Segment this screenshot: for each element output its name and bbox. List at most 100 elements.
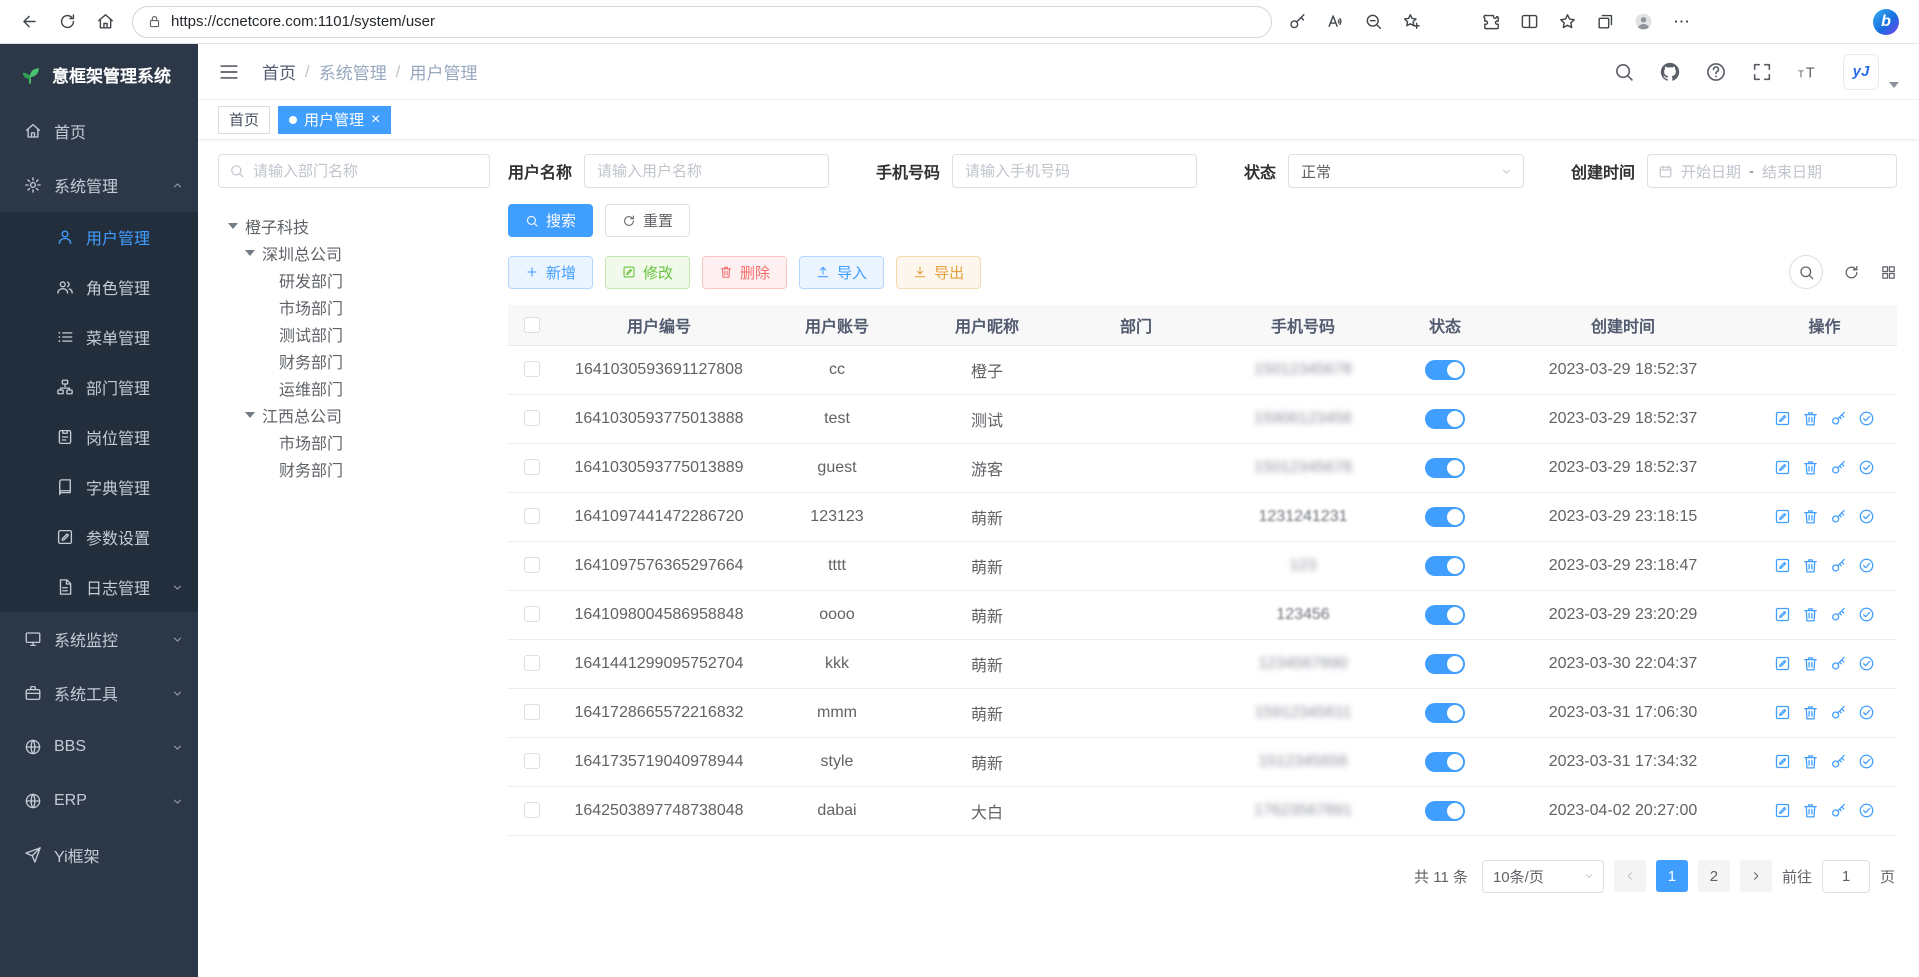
address-bar[interactable]: https://ccnetcore.com:1101/system/user [132,6,1272,38]
sidebar-item-system-tools[interactable]: 系统工具 [0,666,198,720]
row-checkbox[interactable] [524,655,540,671]
assign-role-button[interactable] [1858,655,1875,672]
row-checkbox[interactable] [524,557,540,573]
sidebar-item-user-management[interactable]: 用户管理 [0,212,198,262]
delete-button[interactable] [1802,802,1819,819]
tree-node[interactable]: 橙子科技 [218,212,490,239]
split-screen-button[interactable] [1510,5,1548,39]
sidebar-item-dict-management[interactable]: 字典管理 [0,462,198,512]
delete-button[interactable] [1802,753,1819,770]
status-toggle[interactable] [1425,409,1465,429]
status-toggle[interactable] [1425,605,1465,625]
import-button[interactable]: 导入 [799,256,884,289]
username-input[interactable] [584,154,829,188]
created-daterange-picker[interactable]: 开始日期 - 结束日期 [1647,154,1897,188]
tree-node[interactable]: 财务部门 [218,455,490,482]
status-toggle[interactable] [1425,458,1465,478]
tree-node[interactable]: 研发部门 [218,266,490,293]
search-button[interactable]: 搜索 [508,204,593,237]
select-all-checkbox[interactable] [524,317,540,333]
sidebar-item-dept-management[interactable]: 部门管理 [0,362,198,412]
edit-button[interactable] [1774,410,1791,427]
page-size-select[interactable]: 10条/页 [1482,860,1604,893]
tree-expand-caret-icon[interactable] [245,250,255,256]
font-size-button[interactable]: TT [1797,61,1819,83]
add-favorite-button[interactable] [1392,5,1430,39]
assign-role-button[interactable] [1858,459,1875,476]
status-toggle[interactable] [1425,507,1465,527]
sidebar-item-erp[interactable]: ERP [0,774,198,828]
breadcrumb-item[interactable]: 系统管理 [319,59,387,84]
sidebar-item-log-management[interactable]: 日志管理 [0,562,198,612]
refresh-table-button[interactable] [1843,264,1860,281]
row-checkbox[interactable] [524,459,540,475]
assign-role-button[interactable] [1858,557,1875,574]
row-checkbox[interactable] [524,606,540,622]
tree-node[interactable]: 运维部门 [218,374,490,401]
status-toggle[interactable] [1425,703,1465,723]
collections-button[interactable] [1586,5,1624,39]
status-toggle[interactable] [1425,654,1465,674]
breadcrumb-item[interactable]: 首页 [262,59,296,84]
help-button[interactable] [1705,61,1727,83]
dept-search-input[interactable] [218,154,490,188]
row-checkbox[interactable] [524,802,540,818]
show-search-button[interactable] [1789,255,1823,289]
sidebar-item-home[interactable]: 首页 [0,104,198,158]
zoom-button[interactable] [1354,5,1392,39]
edit-button[interactable] [1774,753,1791,770]
assign-role-button[interactable] [1858,606,1875,623]
delete-button[interactable] [1802,606,1819,623]
search-button[interactable] [1613,61,1635,83]
status-toggle[interactable] [1425,752,1465,772]
next-page-button[interactable] [1740,860,1772,892]
password-key-button[interactable] [1278,5,1316,39]
tab-home[interactable]: 首页 [218,106,270,134]
user-avatar[interactable]: yJ [1843,54,1879,90]
reset-password-button[interactable] [1830,753,1847,770]
profile-button[interactable] [1624,5,1662,39]
page-button-1[interactable]: 1 [1656,860,1688,892]
delete-button[interactable] [1802,410,1819,427]
sidebar-item-yi-framework[interactable]: Yi框架 [0,828,198,882]
edit-button[interactable] [1774,704,1791,721]
fullscreen-button[interactable] [1751,61,1773,83]
sidebar-item-system-monitor[interactable]: 系统监控 [0,612,198,666]
edit-button[interactable] [1774,606,1791,623]
sidebar-item-bbs[interactable]: BBS [0,720,198,774]
status-toggle[interactable] [1425,360,1465,380]
column-settings-button[interactable] [1880,264,1897,281]
tab-user-management[interactable]: 用户管理× [278,106,391,134]
reset-password-button[interactable] [1830,606,1847,623]
row-checkbox[interactable] [524,410,540,426]
reset-password-button[interactable] [1830,704,1847,721]
status-toggle[interactable] [1425,801,1465,821]
refresh-button[interactable] [48,5,86,39]
prev-page-button[interactable] [1614,860,1646,892]
status-toggle[interactable] [1425,556,1465,576]
edit-button[interactable]: 修改 [605,256,690,289]
delete-button[interactable] [1802,508,1819,525]
sidebar-item-menu-management[interactable]: 菜单管理 [0,312,198,362]
delete-button[interactable] [1802,557,1819,574]
goto-page-input[interactable] [1822,860,1870,893]
github-button[interactable] [1659,61,1681,83]
delete-button[interactable]: 删除 [702,256,787,289]
avatar-caret-icon[interactable] [1889,82,1899,88]
tree-node[interactable]: 测试部门 [218,320,490,347]
edit-button[interactable] [1774,508,1791,525]
sidebar-item-post-management[interactable]: 岗位管理 [0,412,198,462]
status-select[interactable]: 正常 [1288,154,1524,188]
tree-expand-caret-icon[interactable] [245,412,255,418]
row-checkbox[interactable] [524,508,540,524]
assign-role-button[interactable] [1858,704,1875,721]
extensions-button[interactable] [1472,5,1510,39]
reset-password-button[interactable] [1830,557,1847,574]
delete-button[interactable] [1802,655,1819,672]
tree-node[interactable]: 市场部门 [218,293,490,320]
assign-role-button[interactable] [1858,508,1875,525]
reset-button[interactable]: 重置 [605,204,690,237]
row-checkbox[interactable] [524,361,540,377]
reset-password-button[interactable] [1830,410,1847,427]
sidebar-item-system-management[interactable]: 系统管理 [0,158,198,212]
